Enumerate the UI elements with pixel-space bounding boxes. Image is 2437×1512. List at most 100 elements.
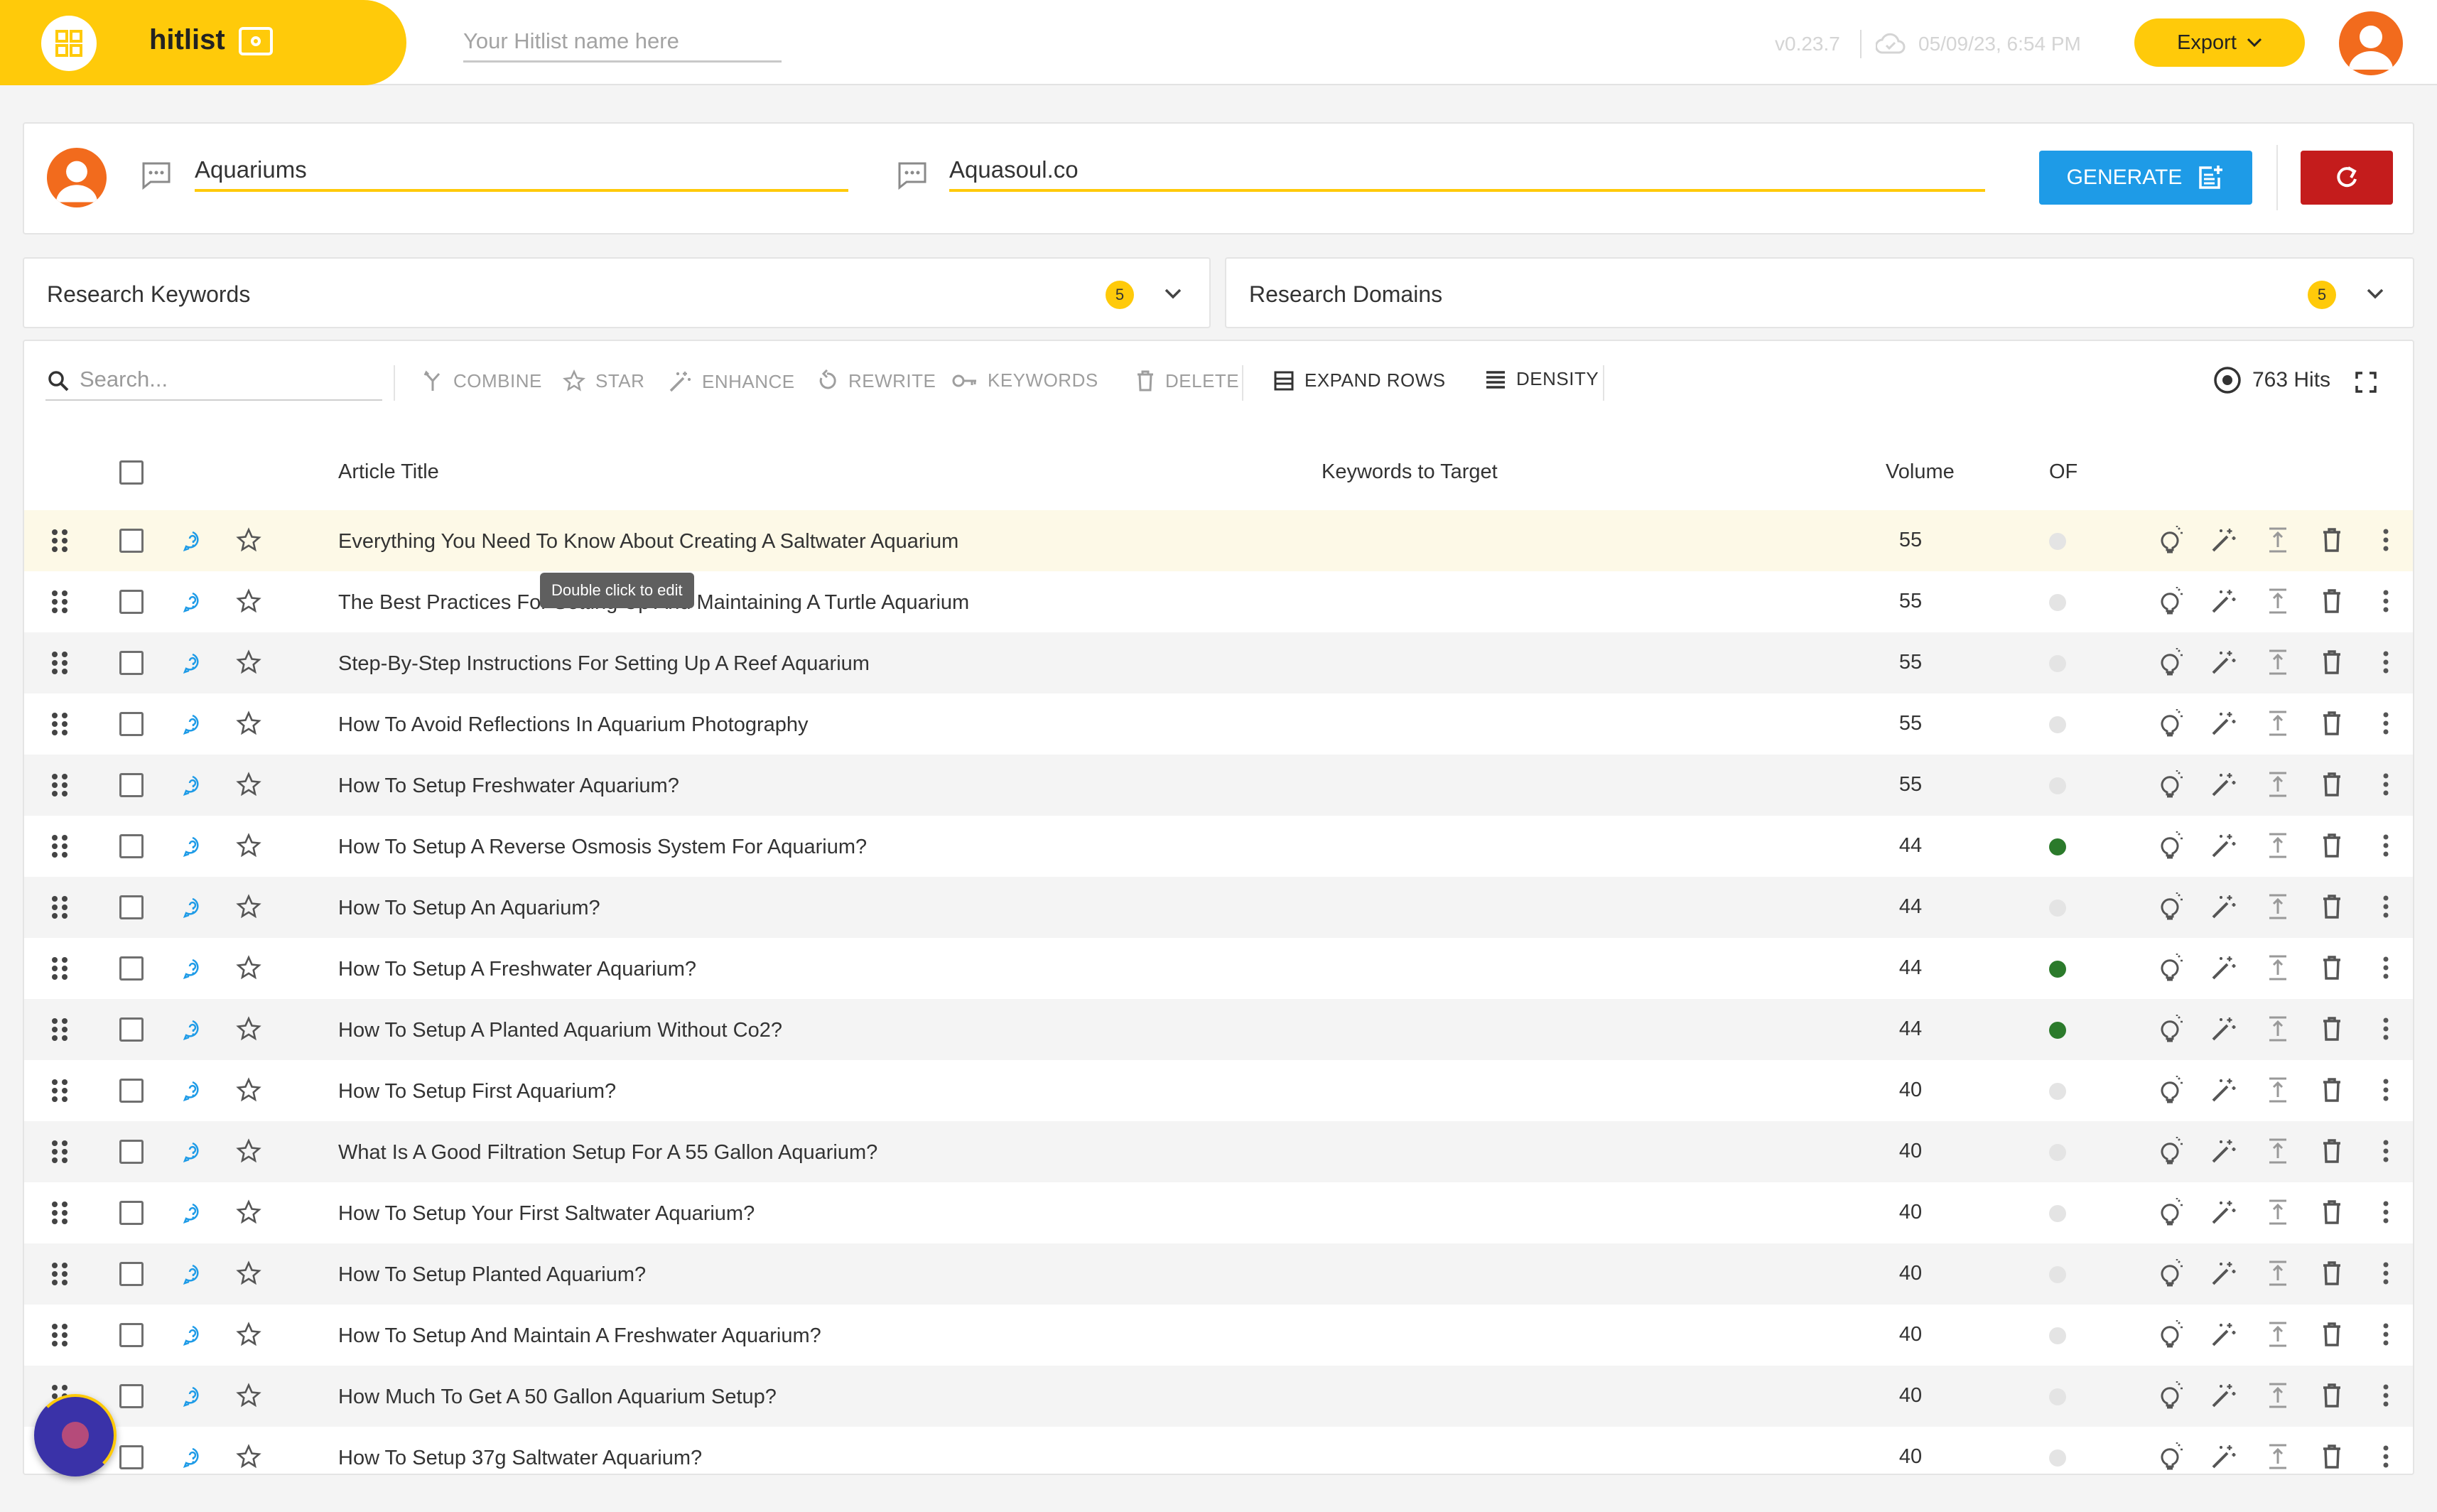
row-checkbox[interactable]	[119, 1079, 144, 1103]
star-button[interactable]: STAR	[563, 369, 644, 392]
table-row[interactable]: How To Setup First Aquarium? 40	[24, 1060, 2413, 1121]
drag-handle-icon[interactable]	[51, 895, 68, 923]
magic-wand-icon[interactable]	[2210, 648, 2238, 680]
vertical-align-icon[interactable]	[2264, 1137, 2292, 1169]
table-row[interactable]: How To Setup And Maintain A Freshwater A…	[24, 1305, 2413, 1366]
trash-icon[interactable]	[2318, 1076, 2346, 1108]
user-avatar[interactable]	[2339, 11, 2403, 75]
star-outline-icon[interactable]	[236, 1383, 261, 1412]
drag-handle-icon[interactable]	[51, 529, 68, 556]
search-input[interactable]	[80, 361, 378, 398]
row-checkbox[interactable]	[119, 712, 144, 736]
more-vert-icon[interactable]	[2372, 1137, 2400, 1169]
question-chat-icon[interactable]	[182, 1447, 203, 1472]
vertical-align-icon[interactable]	[2264, 587, 2292, 619]
magic-wand-icon[interactable]	[2210, 1015, 2238, 1047]
magic-wand-icon[interactable]	[2210, 1442, 2238, 1474]
more-vert-icon[interactable]	[2372, 1198, 2400, 1230]
article-title[interactable]: How To Avoid Reflections In Aquarium Pho…	[338, 713, 809, 737]
idea-bulb-icon[interactable]	[2156, 1137, 2184, 1169]
star-outline-icon[interactable]	[236, 894, 261, 923]
question-chat-icon[interactable]	[182, 1202, 203, 1227]
trash-icon[interactable]	[2318, 709, 2346, 741]
idea-bulb-icon[interactable]	[2156, 1381, 2184, 1413]
more-vert-icon[interactable]	[2372, 1015, 2400, 1047]
trash-icon[interactable]	[2318, 1198, 2346, 1230]
research-domains-panel[interactable]: Research Domains 5	[1225, 257, 2414, 328]
question-chat-icon[interactable]	[182, 897, 203, 922]
select-all-checkbox[interactable]	[119, 460, 144, 485]
vertical-align-icon[interactable]	[2264, 954, 2292, 986]
export-button[interactable]: Export	[2134, 18, 2305, 67]
article-title[interactable]: How To Setup First Aquarium?	[338, 1080, 616, 1103]
more-vert-icon[interactable]	[2372, 1320, 2400, 1352]
trash-icon[interactable]	[2318, 1259, 2346, 1291]
question-chat-icon[interactable]	[182, 1141, 203, 1166]
star-outline-icon[interactable]	[236, 1199, 261, 1228]
drag-handle-icon[interactable]	[51, 1079, 68, 1106]
star-outline-icon[interactable]	[236, 711, 261, 740]
column-header-keywords[interactable]: Keywords to Target	[1322, 460, 1498, 484]
table-row[interactable]: Step-By-Step Instructions For Setting Up…	[24, 632, 2413, 693]
vertical-align-icon[interactable]	[2264, 1381, 2292, 1413]
article-title[interactable]: How To Setup A Reverse Osmosis System Fo…	[338, 836, 867, 859]
magic-wand-icon[interactable]	[2210, 892, 2238, 924]
enhance-button[interactable]: ENHANCE	[668, 369, 795, 394]
article-title[interactable]: How To Setup An Aquarium?	[338, 897, 600, 920]
table-row[interactable]: How To Setup An Aquarium? 44	[24, 877, 2413, 938]
row-checkbox[interactable]	[119, 1384, 144, 1408]
magic-wand-icon[interactable]	[2210, 1076, 2238, 1108]
table-row[interactable]: How To Setup Your First Saltwater Aquari…	[24, 1182, 2413, 1243]
idea-bulb-icon[interactable]	[2156, 892, 2184, 924]
magic-wand-icon[interactable]	[2210, 587, 2238, 619]
star-outline-icon[interactable]	[236, 1322, 261, 1351]
more-vert-icon[interactable]	[2372, 1442, 2400, 1474]
drag-handle-icon[interactable]	[51, 773, 68, 801]
star-outline-icon[interactable]	[236, 588, 261, 617]
question-chat-icon[interactable]	[182, 1324, 203, 1349]
column-header-of[interactable]: OF	[2049, 460, 2077, 484]
article-title[interactable]: How Much To Get A 50 Gallon Aquarium Set…	[338, 1386, 777, 1409]
magic-wand-icon[interactable]	[2210, 1137, 2238, 1169]
vertical-align-icon[interactable]	[2264, 526, 2292, 558]
trash-icon[interactable]	[2318, 587, 2346, 619]
table-row[interactable]: How Much To Get A 50 Gallon Aquarium Set…	[24, 1366, 2413, 1427]
hitlist-name-input[interactable]	[463, 21, 782, 63]
idea-bulb-icon[interactable]	[2156, 1076, 2184, 1108]
more-vert-icon[interactable]	[2372, 954, 2400, 986]
drag-handle-icon[interactable]	[51, 1017, 68, 1045]
more-vert-icon[interactable]	[2372, 892, 2400, 924]
idea-bulb-icon[interactable]	[2156, 648, 2184, 680]
density-button[interactable]: DENSITY	[1485, 368, 1599, 390]
delete-button[interactable]: DELETE	[1135, 369, 1239, 392]
domain-input[interactable]: Aquasoul.co	[949, 149, 1985, 192]
idea-bulb-icon[interactable]	[2156, 1320, 2184, 1352]
drag-handle-icon[interactable]	[51, 1201, 68, 1228]
vertical-align-icon[interactable]	[2264, 1076, 2292, 1108]
more-vert-icon[interactable]	[2372, 587, 2400, 619]
magic-wand-icon[interactable]	[2210, 770, 2238, 802]
vertical-align-icon[interactable]	[2264, 1198, 2292, 1230]
generate-button[interactable]: GENERATE	[2039, 151, 2252, 205]
table-row[interactable]: How To Setup A Planted Aquarium Without …	[24, 999, 2413, 1060]
vertical-align-icon[interactable]	[2264, 770, 2292, 802]
article-title[interactable]: How To Setup A Planted Aquarium Without …	[338, 1019, 782, 1042]
more-vert-icon[interactable]	[2372, 770, 2400, 802]
drag-handle-icon[interactable]	[51, 651, 68, 679]
expand-rows-button[interactable]: EXPAND ROWS	[1273, 369, 1446, 392]
more-vert-icon[interactable]	[2372, 648, 2400, 680]
more-vert-icon[interactable]	[2372, 1381, 2400, 1413]
question-chat-icon[interactable]	[182, 1263, 203, 1288]
magic-wand-icon[interactable]	[2210, 1198, 2238, 1230]
question-chat-icon[interactable]	[182, 652, 203, 677]
star-outline-icon[interactable]	[236, 1260, 261, 1290]
idea-bulb-icon[interactable]	[2156, 1198, 2184, 1230]
column-header-volume[interactable]: Volume	[1886, 460, 1955, 484]
combine-button[interactable]: COMBINE	[422, 369, 542, 392]
trash-icon[interactable]	[2318, 526, 2346, 558]
chevron-down-icon[interactable]	[1164, 283, 1182, 304]
vertical-align-icon[interactable]	[2264, 648, 2292, 680]
question-chat-icon[interactable]	[182, 958, 203, 983]
research-keywords-panel[interactable]: Research Keywords 5	[23, 257, 1211, 328]
table-row[interactable]: How To Setup Freshwater Aquarium? 55	[24, 755, 2413, 816]
